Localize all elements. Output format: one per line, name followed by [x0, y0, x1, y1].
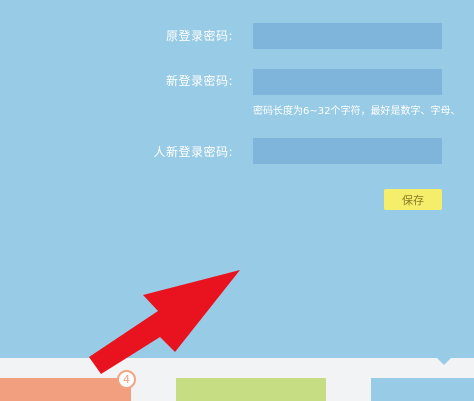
old-password-input[interactable] [253, 23, 442, 49]
new-password-label: 新登录密码: [165, 74, 233, 88]
password-settings-panel: 原登录密码: 新登录密码: 密码长度为6~32个字符，最好是数字、字母、 人新登… [0, 0, 474, 358]
nav-tile-3[interactable] [371, 378, 474, 401]
nav-tile-1[interactable] [0, 378, 131, 401]
old-password-label: 原登录密码: [165, 29, 233, 43]
save-button[interactable]: 保存 [384, 189, 442, 210]
nav-tile-2[interactable] [176, 378, 326, 401]
confirm-password-input[interactable] [253, 138, 442, 164]
new-password-input[interactable] [253, 69, 442, 95]
notification-count-badge: 4 [117, 370, 136, 389]
confirm-password-label: 人新登录密码: [153, 145, 233, 159]
password-hint: 密码长度为6~32个字符，最好是数字、字母、 [253, 106, 461, 117]
active-indicator-notch [437, 358, 451, 365]
